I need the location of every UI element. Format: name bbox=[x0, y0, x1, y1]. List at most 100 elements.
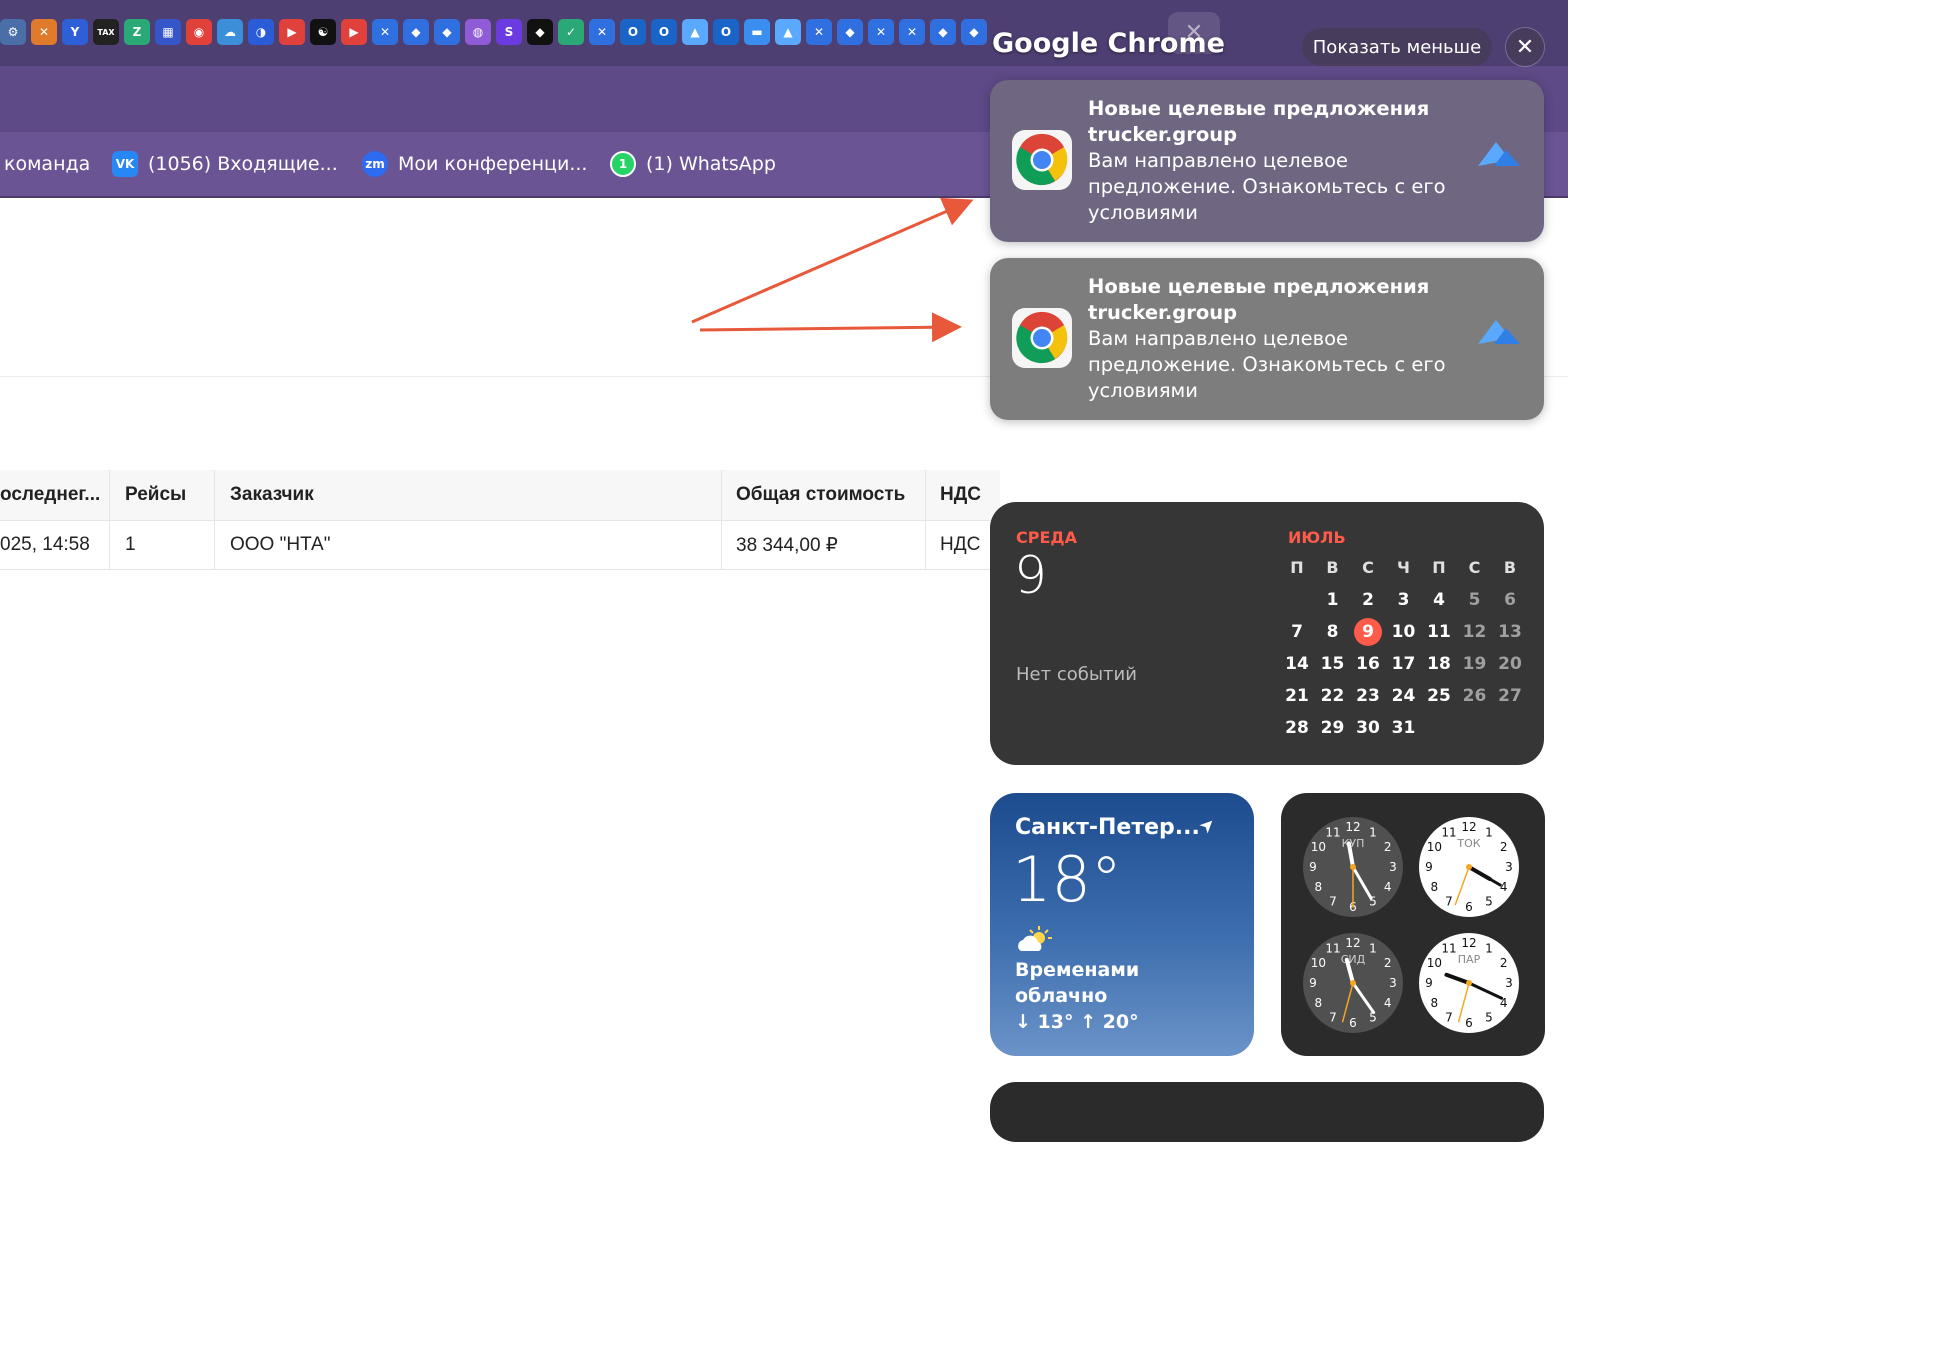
svg-text:3: 3 bbox=[1389, 860, 1397, 874]
svg-text:6: 6 bbox=[1465, 900, 1473, 914]
svg-text:8: 8 bbox=[1431, 996, 1439, 1010]
weather-city: Санкт-Петер... bbox=[1015, 815, 1200, 840]
calendar-day: 20 bbox=[1498, 654, 1522, 674]
clock-city-label: ПАР bbox=[1458, 953, 1481, 966]
calendar-day: 7 bbox=[1291, 622, 1303, 642]
weather-temperature: 18° bbox=[1012, 843, 1122, 916]
calendar-day: 26 bbox=[1462, 686, 1487, 706]
calendar-day: 11 bbox=[1427, 622, 1451, 642]
calendar-day: 17 bbox=[1391, 654, 1416, 674]
calendar-day: 14 bbox=[1285, 654, 1309, 674]
calendar-weekday: СРЕДА bbox=[1016, 528, 1078, 547]
calendar-day-header: Ч bbox=[1397, 558, 1410, 577]
widget-partial bbox=[990, 1082, 1544, 1142]
calendar-month: ИЮЛЬ bbox=[1288, 528, 1346, 547]
svg-text:2: 2 bbox=[1500, 840, 1508, 854]
notification-group-title: Google Chrome bbox=[992, 28, 1225, 59]
calendar-day-header: П bbox=[1432, 558, 1446, 577]
notification-body: предложение. Ознакомьтесь с его bbox=[1088, 175, 1446, 198]
calendar-day: 6 bbox=[1504, 590, 1516, 610]
calendar-day-header: С bbox=[1362, 558, 1374, 577]
svg-text:11: 11 bbox=[1325, 825, 1340, 839]
svg-text:4: 4 bbox=[1500, 880, 1508, 894]
calendar-day: 2 bbox=[1362, 590, 1374, 610]
calendar-day: 24 bbox=[1391, 686, 1416, 706]
calendar-day-header: П bbox=[1290, 558, 1304, 577]
svg-text:5: 5 bbox=[1485, 895, 1493, 909]
show-less-button[interactable]: Показать меньше bbox=[1302, 28, 1492, 66]
svg-text:5: 5 bbox=[1485, 1011, 1493, 1025]
calendar-day: 28 bbox=[1285, 718, 1309, 738]
svg-text:2: 2 bbox=[1384, 840, 1392, 854]
svg-text:4: 4 bbox=[1384, 880, 1392, 894]
calendar-day: 30 bbox=[1356, 718, 1380, 738]
svg-text:9: 9 bbox=[1425, 976, 1433, 990]
svg-text:9: 9 bbox=[1309, 976, 1317, 990]
notification-card[interactable]: Новые целевые предложения trucker.group … bbox=[990, 80, 1544, 242]
calendar-day-header: В bbox=[1503, 558, 1517, 577]
site-logo-icon bbox=[1478, 142, 1520, 166]
notification-body: Вам направлено целевое bbox=[1088, 327, 1348, 350]
weather-widget[interactable]: Санкт-Петер... ➤ 18° Временами облачно ↓… bbox=[990, 793, 1254, 1056]
clock-city-label: ТОК bbox=[1456, 837, 1480, 850]
calendar-day: 23 bbox=[1356, 686, 1380, 706]
svg-text:3: 3 bbox=[1505, 860, 1513, 874]
svg-text:12: 12 bbox=[1461, 820, 1476, 834]
svg-text:11: 11 bbox=[1325, 941, 1340, 955]
clock-city-label: СИД bbox=[1341, 953, 1366, 966]
notification-card[interactable]: Новые целевые предложения trucker.group … bbox=[990, 258, 1544, 420]
svg-text:2: 2 bbox=[1384, 956, 1392, 970]
svg-text:4: 4 bbox=[1384, 996, 1392, 1010]
notification-body: предложение. Ознакомьтесь с его bbox=[1088, 353, 1446, 376]
svg-text:1: 1 bbox=[1485, 941, 1493, 955]
calendar-day: 16 bbox=[1356, 654, 1380, 674]
arrow-to-second-notification bbox=[699, 312, 962, 343]
calendar-day: 13 bbox=[1498, 622, 1522, 642]
calendar-day: 3 bbox=[1397, 590, 1410, 610]
svg-text:10: 10 bbox=[1427, 956, 1442, 970]
calendar-today: 9 bbox=[1354, 618, 1382, 646]
svg-text:7: 7 bbox=[1445, 1011, 1453, 1025]
chrome-icon bbox=[1012, 308, 1072, 368]
calendar-day: 18 bbox=[1427, 654, 1451, 674]
notification-title: Новые целевые предложения bbox=[1088, 275, 1430, 298]
svg-text:7: 7 bbox=[1329, 895, 1337, 909]
calendar-widget[interactable]: СРЕДА 9 Нет событий ИЮЛЬ ПВСЧПСВ12345678… bbox=[990, 502, 1544, 765]
arrow-to-first-notification bbox=[691, 197, 974, 324]
svg-text:7: 7 bbox=[1329, 1011, 1337, 1025]
partly-cloudy-icon bbox=[1018, 926, 1052, 951]
svg-text:12: 12 bbox=[1345, 820, 1360, 834]
weather-condition: Временами облачно bbox=[1015, 957, 1215, 1009]
weather-condition-line: облачно bbox=[1015, 985, 1108, 1007]
svg-text:12: 12 bbox=[1461, 936, 1476, 950]
clock-face-sid: 1234567891011 12СИД bbox=[1303, 933, 1403, 1033]
world-clock-widget[interactable]: 123456789101112КУП 123456789101112ТОК 12… bbox=[1281, 793, 1545, 1056]
calendar-day: 25 bbox=[1427, 686, 1451, 706]
calendar-day: 4 bbox=[1433, 590, 1445, 610]
weather-condition-line: Временами bbox=[1015, 959, 1140, 981]
clock-face-par: 1234567891011 12ПАР bbox=[1419, 933, 1519, 1033]
svg-text:10: 10 bbox=[1311, 956, 1326, 970]
calendar-day: 29 bbox=[1320, 718, 1345, 738]
notification-title-site: trucker.group bbox=[1088, 301, 1238, 324]
calendar-date: 9 bbox=[1014, 546, 1048, 606]
notification-body: Вам направлено целевое bbox=[1088, 149, 1348, 172]
svg-text:1: 1 bbox=[1369, 825, 1377, 839]
clock-city-label: КУП bbox=[1342, 837, 1365, 850]
svg-text:1: 1 bbox=[1485, 825, 1493, 839]
svg-text:9: 9 bbox=[1425, 860, 1433, 874]
calendar-day: 10 bbox=[1391, 622, 1416, 642]
calendar-day: 15 bbox=[1320, 654, 1345, 674]
notification-body: условиями bbox=[1088, 201, 1198, 224]
svg-text:6: 6 bbox=[1465, 1016, 1473, 1030]
calendar-day: 1 bbox=[1326, 590, 1339, 610]
svg-text:8: 8 bbox=[1315, 996, 1323, 1010]
calendar-day: 5 bbox=[1468, 590, 1481, 610]
svg-text:7: 7 bbox=[1445, 895, 1453, 909]
svg-text:8: 8 bbox=[1431, 880, 1439, 894]
close-notifications-button[interactable]: ✕ bbox=[1506, 28, 1544, 66]
calendar-day: 22 bbox=[1320, 686, 1345, 706]
svg-text:10: 10 bbox=[1427, 840, 1442, 854]
calendar-day: 21 bbox=[1285, 686, 1309, 706]
notification-body: условиями bbox=[1088, 379, 1198, 402]
